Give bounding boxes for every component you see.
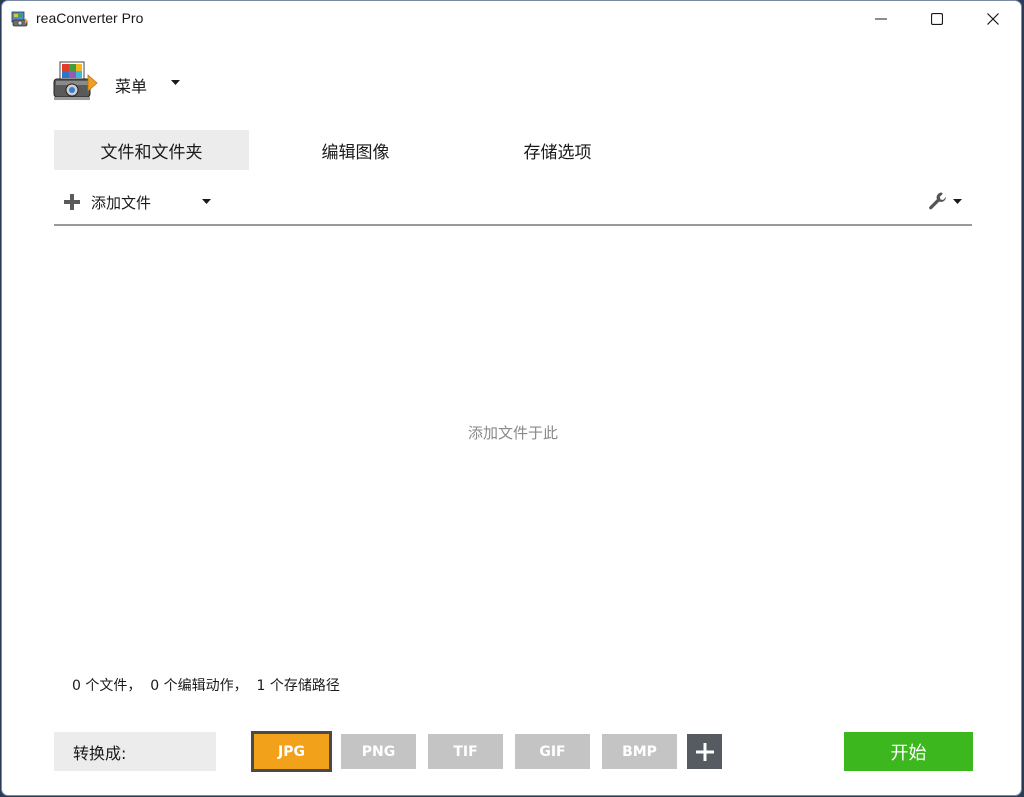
tab-saving-options[interactable]: 存储选项 bbox=[460, 130, 655, 170]
menu-dropdown-caret-icon[interactable] bbox=[171, 80, 180, 85]
convert-to-label: 转换成: bbox=[73, 743, 127, 763]
maximize-button[interactable] bbox=[909, 1, 965, 37]
start-button[interactable]: 开始 bbox=[844, 732, 973, 771]
close-icon bbox=[987, 13, 999, 25]
format-button-tif[interactable]: TIF bbox=[428, 734, 503, 769]
format-button-bmp[interactable]: BMP bbox=[602, 734, 677, 769]
window-title: reaConverter Pro bbox=[36, 10, 144, 26]
convert-to-label-box: 转换成: bbox=[54, 732, 216, 771]
format-button-jpg[interactable]: JPG bbox=[251, 731, 332, 772]
tab-files-and-folders[interactable]: 文件和文件夹 bbox=[54, 130, 249, 170]
wrench-icon bbox=[929, 192, 946, 210]
plus-icon bbox=[695, 742, 714, 761]
tools-dropdown-caret-icon bbox=[953, 198, 962, 204]
plus-icon bbox=[64, 194, 80, 210]
maximize-icon bbox=[931, 13, 943, 25]
add-files-button[interactable]: 添加文件 bbox=[63, 191, 151, 213]
format-button-png[interactable]: PNG bbox=[341, 734, 416, 769]
add-files-label: 添加文件 bbox=[91, 193, 152, 212]
app-window: reaConverter Pro 菜单 文件和文件夹 编辑图像 存储选项 添加文… bbox=[1, 0, 1022, 796]
tools-dropdown-button[interactable] bbox=[928, 191, 962, 211]
tab-label: 文件和文件夹 bbox=[100, 142, 203, 163]
format-button-gif[interactable]: GIF bbox=[515, 734, 590, 769]
close-button[interactable] bbox=[965, 1, 1021, 37]
menu-button[interactable]: 菜单 bbox=[115, 73, 147, 97]
title-bar[interactable]: reaConverter Pro bbox=[2, 1, 1021, 37]
status-summary: 0 个文件， 0 个编辑动作， 1 个存储路径 bbox=[72, 678, 340, 694]
minimize-icon bbox=[875, 18, 887, 20]
tab-edit-images[interactable]: 编辑图像 bbox=[258, 130, 453, 170]
tab-label: 存储选项 bbox=[523, 142, 592, 163]
drop-hint-text: 添加文件于此 bbox=[467, 424, 558, 442]
tab-label: 编辑图像 bbox=[321, 142, 390, 163]
reaconverter-logo[interactable] bbox=[52, 61, 98, 101]
minimize-button[interactable] bbox=[853, 1, 909, 37]
add-format-button[interactable] bbox=[687, 734, 722, 769]
reaconverter-app-icon bbox=[11, 11, 28, 27]
add-files-dropdown-caret-icon[interactable] bbox=[202, 199, 211, 204]
toolbar-divider bbox=[54, 224, 972, 226]
file-drop-area[interactable]: 添加文件于此 bbox=[54, 227, 972, 647]
